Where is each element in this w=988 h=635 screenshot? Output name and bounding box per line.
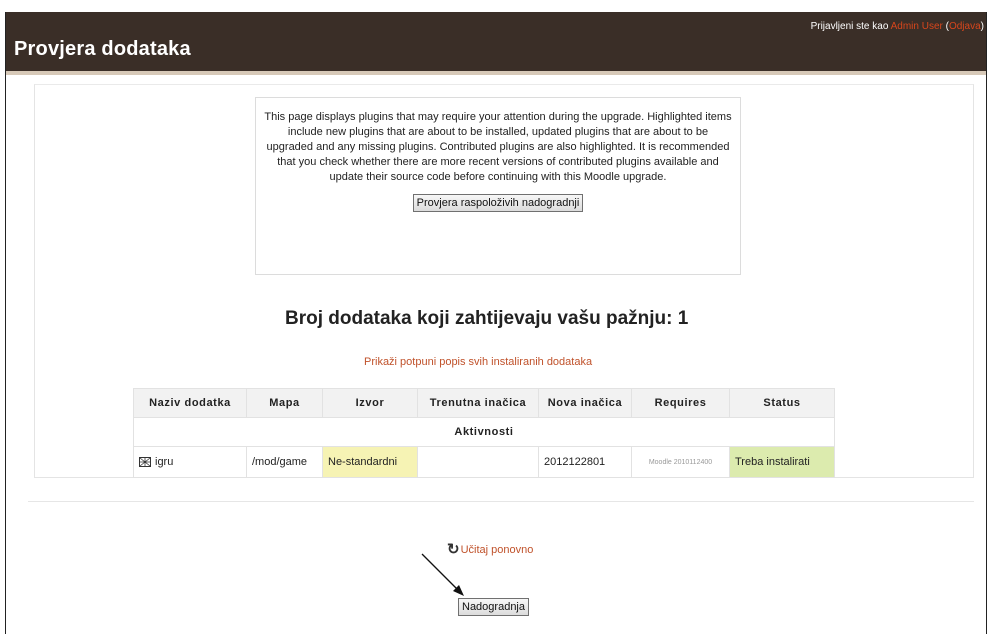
attention-count-heading: Broj dodataka koji zahtijevaju vašu pažn… <box>285 308 689 329</box>
plugin-status: Treba instalirati <box>729 446 835 478</box>
header-source: Izvor <box>322 388 418 418</box>
table-group-row: Aktivnosti <box>133 417 835 447</box>
plugin-source: Ne-standardni <box>322 446 418 478</box>
plugin-requires: Moodle 2010112400 <box>631 446 730 478</box>
plugin-current-version <box>417 446 539 478</box>
plugins-table: Naziv dodatka Mapa Izvor Trenutna inačic… <box>133 388 835 478</box>
group-label: Aktivnosti <box>133 417 835 447</box>
header-directory: Mapa <box>246 388 323 418</box>
upgrade-notice-text: This page displays plugins that may requ… <box>264 111 732 183</box>
header-current-version: Trenutna inačica <box>417 388 539 418</box>
plugin-new-version: 2012122801 <box>538 446 632 478</box>
page-title: Provjera dodataka <box>14 38 191 60</box>
logout-close: ) <box>980 21 984 32</box>
user-profile-link[interactable]: Admin User <box>891 21 943 32</box>
header-requires: Requires <box>631 388 730 418</box>
reload-label: Učitaj ponovno <box>460 544 534 556</box>
logout-link[interactable]: Odjava <box>949 21 981 32</box>
show-all-plugins-link[interactable]: Prikaži potpuni popis svih instaliranih … <box>364 356 592 368</box>
table-row: igru /mod/game Ne-standardni 2012122801 … <box>133 446 835 478</box>
plugin-name: igru <box>155 456 174 468</box>
divider <box>28 501 974 502</box>
game-plugin-icon <box>139 457 151 468</box>
header-status: Status <box>729 388 835 418</box>
plugin-name-cell: igru <box>133 446 247 478</box>
annotation-arrow-icon <box>421 553 464 596</box>
table-header-row: Naziv dodatka Mapa Izvor Trenutna inačic… <box>133 388 835 418</box>
header-plugin-name: Naziv dodatka <box>133 388 247 418</box>
upgrade-button[interactable]: Nadogradnja <box>458 598 529 616</box>
login-info: Prijavljeni ste kao Admin User (Odjava) <box>811 21 984 32</box>
login-prefix: Prijavljeni ste kao <box>810 21 891 32</box>
upgrade-notice-box: This page displays plugins that may requ… <box>255 97 741 275</box>
plugin-directory: /mod/game <box>246 446 323 478</box>
header-new-version: Nova inačica <box>538 388 632 418</box>
page-header: Provjera dodataka Prijavljeni ste kao Ad… <box>6 12 986 75</box>
check-updates-button[interactable]: Provjera raspoloživih nadogradnji <box>412 194 584 212</box>
